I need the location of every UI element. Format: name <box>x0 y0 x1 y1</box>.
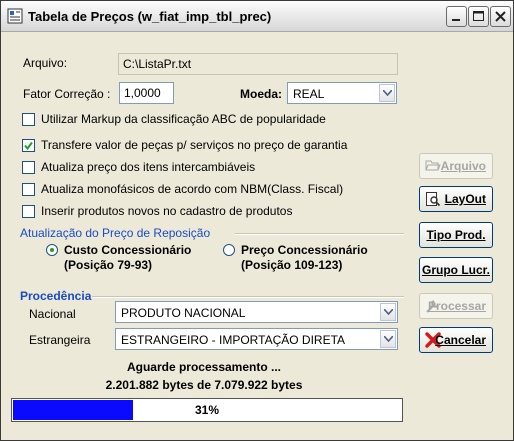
checkbox-markup-abc-label: Utilizar Markup da classificação ABC de … <box>41 112 326 126</box>
radio-dot <box>50 248 54 252</box>
arquivo-label: Arquivo: <box>23 56 68 70</box>
checkmark-icon <box>24 207 33 216</box>
arquivo-button[interactable]: Arquivo <box>419 153 493 179</box>
minimize-icon <box>452 19 460 21</box>
open-folder-icon <box>425 160 441 171</box>
radio-custo-concessionario-label: Custo Concessionário <box>64 243 192 257</box>
radio-preco-concessionario-label: Preço Concessionário <box>241 243 368 257</box>
arquivo-button-label: Arquivo <box>440 159 486 173</box>
progress-bar: 31% <box>11 398 403 422</box>
status-bytes: 2.201.882 bytes de 7.079.922 bytes <box>105 378 303 392</box>
tipo-prod-button-label: Tipo Prod. <box>426 228 486 242</box>
nacional-label: Nacional <box>29 307 76 321</box>
status-message: Aguarde processamento ... <box>126 360 282 374</box>
chevron-down-icon <box>383 90 392 96</box>
cancelar-button[interactable]: Cancelar <box>419 327 493 353</box>
processar-button-label: Processar <box>427 299 486 313</box>
processar-button[interactable]: Processar <box>419 293 493 319</box>
checkmark-icon <box>24 185 33 194</box>
checkbox-transfere-valor-label: Transfere valor de peças p/ serviços no … <box>41 138 348 152</box>
checkbox-markup-abc[interactable] <box>22 113 35 126</box>
radio-preco-concessionario-sub: (Posição 109-123) <box>241 258 343 272</box>
window-title: Tabela de Preços (w_fiat_imp_tbl_prec) <box>28 9 272 24</box>
checkbox-inserir-produtos[interactable] <box>22 205 35 218</box>
window-app-icon <box>7 8 23 24</box>
moeda-select[interactable]: REAL <box>287 82 397 104</box>
radio-custo-concessionario-sub: (Posição 79-93) <box>64 258 153 272</box>
checkmark-icon <box>24 141 33 150</box>
checkbox-monofasicos[interactable] <box>22 183 35 196</box>
checkbox-inserir-produtos-label: Inserir produtos novos no cadastro de pr… <box>41 204 293 218</box>
layout-button[interactable]: LayOut <box>419 186 493 212</box>
checkbox-intercambiaveis[interactable] <box>22 161 35 174</box>
procedencia-section-title: Procedência <box>20 289 92 303</box>
nacional-select[interactable]: PRODUTO NACIONAL <box>115 301 398 323</box>
moeda-value: REAL <box>293 87 325 101</box>
nacional-dropdown-button[interactable] <box>380 303 396 321</box>
estrangeira-select[interactable]: ESTRANGEIRO - IMPORTAÇÃO DIRETA <box>115 328 398 350</box>
close-button[interactable] <box>490 6 511 27</box>
cancelar-button-label: Cancelar <box>435 333 486 347</box>
moeda-dropdown-button[interactable] <box>379 84 395 102</box>
nacional-value: PRODUTO NACIONAL <box>121 306 246 320</box>
checkbox-intercambiaveis-label: Atualiza preço dos itens intercambiáveis <box>41 160 256 174</box>
fator-correcao-input[interactable]: 1,0000 <box>119 82 174 104</box>
estrangeira-dropdown-button[interactable] <box>380 330 396 348</box>
reposicao-section-title: Atualização do Preço de Reposição <box>20 226 211 240</box>
checkmark-icon <box>24 115 33 124</box>
main-window: Tabela de Preços (w_fiat_imp_tbl_prec) A… <box>0 0 514 441</box>
checkbox-monofasicos-label: Atualiza monofásicos de acordo com NBM(C… <box>41 182 344 196</box>
close-icon <box>495 11 506 22</box>
reposicao-separator <box>235 233 404 235</box>
minimize-button[interactable] <box>446 6 467 27</box>
chevron-down-icon <box>384 336 393 342</box>
checkmark-icon <box>24 163 33 172</box>
form-area: Arquivo: C:\ListaPr.txt Fator Correção :… <box>4 32 510 438</box>
maximize-icon <box>473 11 484 21</box>
checkbox-transfere-valor[interactable] <box>22 139 35 152</box>
arquivo-field[interactable]: C:\ListaPr.txt <box>118 53 398 75</box>
grupo-lucr-button[interactable]: Grupo Lucr. <box>419 257 493 283</box>
layout-button-label: LayOut <box>444 192 486 206</box>
maximize-button[interactable] <box>468 6 489 27</box>
procedencia-separator <box>92 296 404 298</box>
grupo-lucr-button-label: Grupo Lucr. <box>421 263 490 277</box>
moeda-label: Moeda: <box>240 87 282 101</box>
estrangeira-value: ESTRANGEIRO - IMPORTAÇÃO DIRETA <box>121 333 346 347</box>
estrangeira-label: Estrangeira <box>29 333 91 347</box>
tipo-prod-button[interactable]: Tipo Prod. <box>419 222 493 248</box>
title-bar[interactable]: Tabela de Preços (w_fiat_imp_tbl_prec) <box>1 1 513 32</box>
radio-custo-concessionario[interactable] <box>46 244 58 256</box>
fator-correcao-label: Fator Correção : <box>23 87 111 101</box>
progress-percent: 31% <box>194 403 220 417</box>
document-search-icon <box>426 192 441 207</box>
radio-preco-concessionario[interactable] <box>223 244 235 256</box>
chevron-down-icon <box>384 309 393 315</box>
